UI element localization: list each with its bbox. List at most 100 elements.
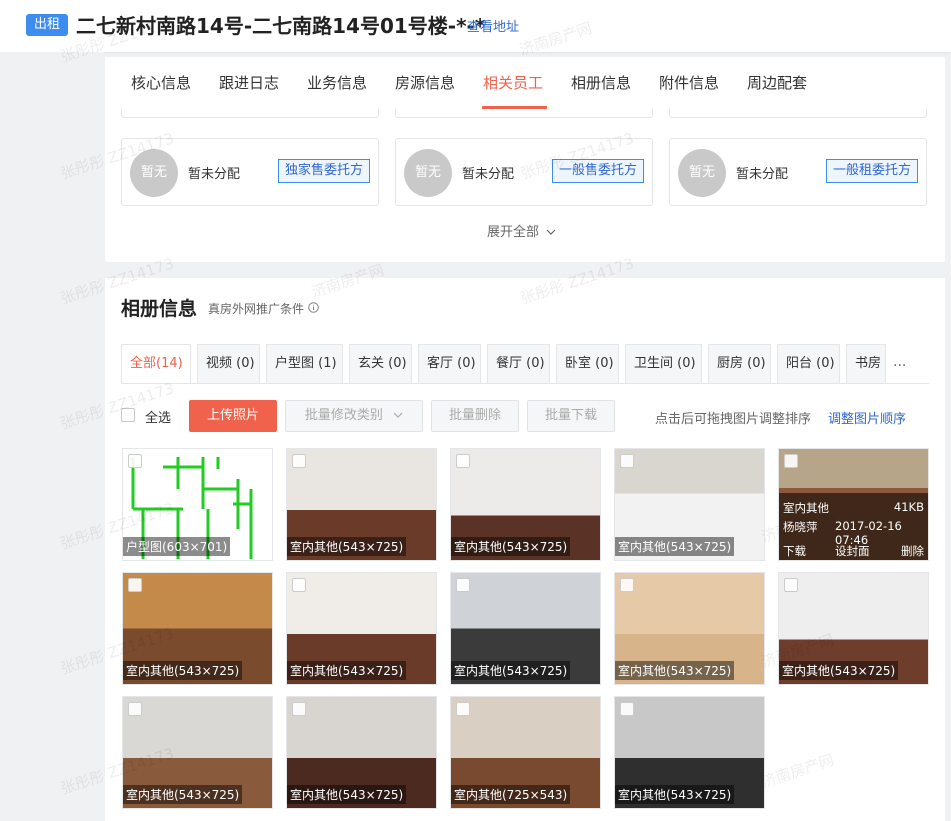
- photo-checkbox[interactable]: [128, 702, 142, 716]
- photo-thumbnail[interactable]: 室内其他(543×725): [122, 696, 273, 809]
- tab-surroundings[interactable]: 周边配套: [747, 72, 807, 93]
- chevron-down-icon: [546, 229, 556, 235]
- photo-checkbox[interactable]: [128, 578, 142, 592]
- view-address-link[interactable]: 查看地址: [467, 16, 519, 35]
- batch-delete-button[interactable]: 批量删除: [431, 400, 519, 432]
- staff-card-partial: [669, 109, 927, 118]
- tab-related-staff[interactable]: 相关员工: [483, 72, 543, 93]
- photo-thumbnail[interactable]: 室内其他(543×725): [614, 448, 765, 561]
- category-tab[interactable]: 卫生间 (0): [625, 344, 702, 384]
- tab-attachment-info[interactable]: 附件信息: [659, 72, 719, 93]
- photo-thumbnail[interactable]: 室内其他(543×725): [614, 572, 765, 685]
- select-all-checkbox[interactable]: [121, 408, 135, 422]
- category-tab[interactable]: 厨房 (0): [708, 344, 771, 384]
- tab-business-info[interactable]: 业务信息: [307, 72, 367, 93]
- photo-thumbnail[interactable]: 室内其他(543×725): [286, 696, 437, 809]
- photo-label: 户型图(603×701): [123, 537, 231, 556]
- staff-card: 暂无 暂未分配 一般租委托方: [669, 138, 927, 206]
- photo-checkbox[interactable]: [784, 578, 798, 592]
- avatar: 暂无: [404, 149, 452, 197]
- detail-tabs: 核心信息 跟进日志 业务信息 房源信息 相关员工 相册信息 附件信息 周边配套: [105, 57, 945, 109]
- staff-card: 暂无 暂未分配 一般售委托方: [395, 138, 653, 206]
- expand-all-label: 展开全部: [487, 225, 540, 240]
- tab-core-info[interactable]: 核心信息: [131, 72, 191, 93]
- photo-label: 室内其他(543×725): [615, 661, 735, 680]
- photo-hover-overlay: 室内其他 41KB 杨晓萍 2017-02-16 07:46 下载 设封面 删除: [779, 493, 928, 560]
- photo-label: 室内其他(725×543): [451, 785, 571, 804]
- hover-download-button[interactable]: 下载: [783, 543, 806, 559]
- photo-thumbnail[interactable]: 室内其他(543×725): [286, 572, 437, 685]
- photo-thumbnail[interactable]: 室内其他(543×725): [450, 572, 601, 685]
- chevron-down-icon: [393, 412, 403, 418]
- staff-role-badge: 一般租委托方: [825, 159, 918, 183]
- staff-name: 暂未分配: [736, 167, 789, 182]
- batch-edit-category-button[interactable]: 批量修改类别: [285, 400, 423, 432]
- select-all-label[interactable]: 全选: [145, 407, 171, 426]
- category-tab[interactable]: 户型图 (1): [266, 344, 343, 384]
- upload-photo-button[interactable]: 上传照片: [189, 400, 277, 432]
- photo-checkbox[interactable]: [292, 702, 306, 716]
- photo-thumbnail[interactable]: 室内其他 41KB 杨晓萍 2017-02-16 07:46 下载 设封面 删除: [778, 448, 929, 561]
- category-divider: [121, 383, 929, 384]
- batch-download-button[interactable]: 批量下载: [527, 400, 615, 432]
- staff-role-badge: 一般售委托方: [551, 159, 644, 183]
- album-toolbar: 全选 上传照片 批量修改类别 批量删除 批量下载 点击后可拖拽图片调整排序 调整…: [121, 400, 929, 432]
- expand-all-button[interactable]: 展开全部: [487, 221, 556, 240]
- photo-thumbnail[interactable]: 室内其他(543×725): [778, 572, 929, 685]
- album-subtitle[interactable]: 真房外网推广条件: [208, 300, 319, 317]
- photo-thumbnail[interactable]: 户型图(603×701): [122, 448, 273, 561]
- photo-label: 室内其他(543×725): [451, 661, 571, 680]
- info-icon: [308, 302, 319, 313]
- staff-card-partial: [121, 109, 379, 118]
- category-tab[interactable]: 视频 (0): [197, 344, 260, 384]
- staff-name: 暂未分配: [188, 167, 241, 182]
- photo-label: 室内其他(543×725): [287, 537, 407, 556]
- category-tabs: 全部(14) 视频 (0) 户型图 (1) 玄关 (0) 客厅 (0) 餐厅 (…: [121, 344, 929, 384]
- drag-sort-hint: 点击后可拖拽图片调整排序: [655, 412, 812, 427]
- hover-set-cover-button[interactable]: 设封面: [835, 543, 870, 559]
- photo-checkbox[interactable]: [784, 454, 798, 468]
- hover-delete-button[interactable]: 删除: [901, 543, 924, 559]
- photo-checkbox[interactable]: [456, 454, 470, 468]
- category-tab[interactable]: 全部(14): [121, 344, 191, 384]
- photo-thumbnail[interactable]: 室内其他(543×725): [450, 448, 601, 561]
- photo-checkbox[interactable]: [620, 454, 634, 468]
- album-panel: 相册信息 真房外网推广条件 全部(14) 视频 (0) 户型图 (1) 玄关 (…: [105, 278, 945, 821]
- photo-label: 室内其他(543×725): [287, 661, 407, 680]
- photo-checkbox[interactable]: [620, 702, 634, 716]
- photo-checkbox[interactable]: [292, 454, 306, 468]
- photo-checkbox[interactable]: [620, 578, 634, 592]
- photo-thumbnail[interactable]: 室内其他(543×725): [286, 448, 437, 561]
- category-tab[interactable]: 书房: [846, 344, 886, 384]
- page-header: 出租 二七新村南路14号-二七南路14号01号楼-*-* 查看地址: [0, 0, 951, 52]
- category-tab[interactable]: 卧室 (0): [556, 344, 619, 384]
- photo-label: 室内其他(543×725): [615, 785, 735, 804]
- category-tab[interactable]: 玄关 (0): [349, 344, 412, 384]
- category-tab[interactable]: 阳台 (0): [777, 344, 840, 384]
- left-background: [0, 52, 104, 821]
- tab-property-info[interactable]: 房源信息: [395, 72, 455, 93]
- album-title: 相册信息: [121, 298, 198, 320]
- hover-category: 室内其他: [783, 501, 829, 515]
- category-tab[interactable]: 餐厅 (0): [487, 344, 550, 384]
- photo-thumbnail[interactable]: 室内其他(725×543): [450, 696, 601, 809]
- batch-edit-label: 批量修改类别: [304, 408, 383, 423]
- photo-label: 室内其他(543×725): [779, 661, 899, 680]
- more-categories-button[interactable]: ···: [893, 358, 906, 374]
- photo-thumbnail[interactable]: 室内其他(543×725): [614, 696, 765, 809]
- photo-thumbnail[interactable]: 室内其他(543×725): [122, 572, 273, 685]
- staff-name: 暂未分配: [462, 167, 515, 182]
- photo-checkbox[interactable]: [456, 578, 470, 592]
- photo-checkbox[interactable]: [456, 702, 470, 716]
- adjust-order-link[interactable]: 调整图片顺序: [828, 408, 906, 427]
- category-tab[interactable]: 客厅 (0): [418, 344, 481, 384]
- page-title: 二七新村南路14号-二七南路14号01号楼-*-*: [76, 14, 486, 38]
- photo-label: 室内其他(543×725): [123, 785, 243, 804]
- photo-checkbox[interactable]: [292, 578, 306, 592]
- staff-role-badge: 独家售委托方: [277, 159, 370, 183]
- tab-follow-log[interactable]: 跟进日志: [219, 72, 279, 93]
- photo-checkbox[interactable]: [128, 454, 142, 468]
- tab-album-info[interactable]: 相册信息: [571, 72, 631, 93]
- photo-label: 室内其他(543×725): [451, 537, 571, 556]
- photo-label: 室内其他(543×725): [123, 661, 243, 680]
